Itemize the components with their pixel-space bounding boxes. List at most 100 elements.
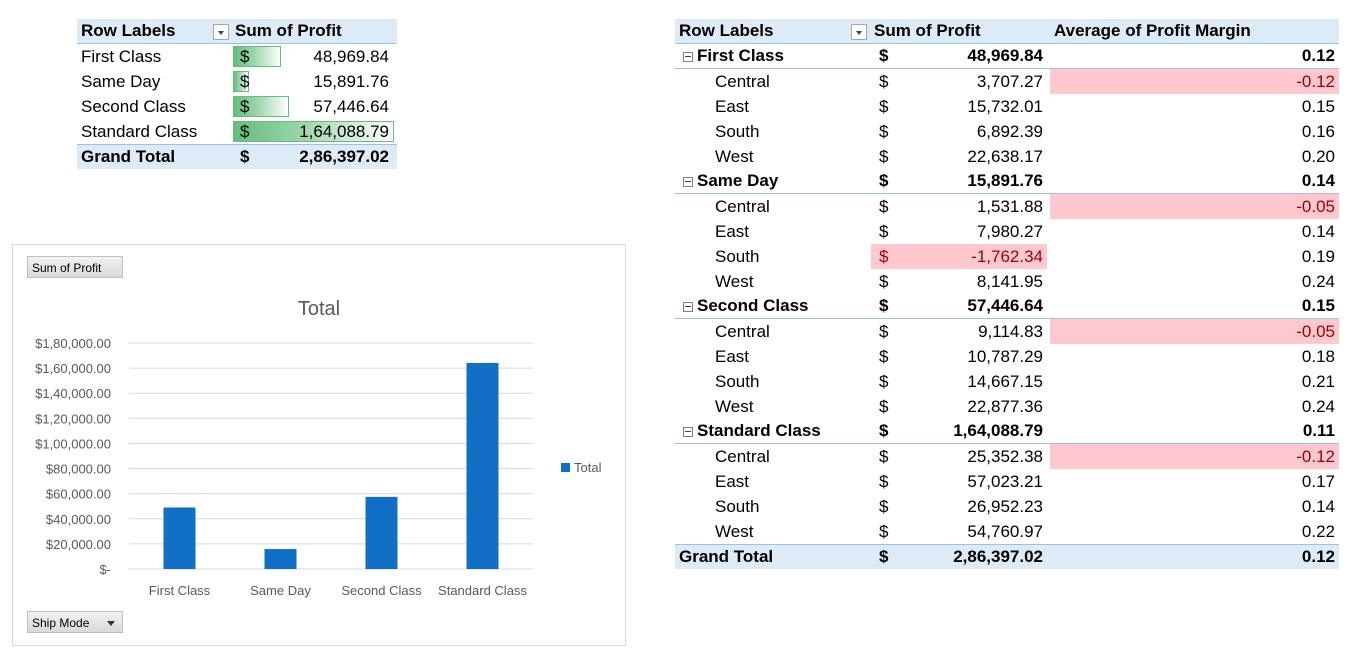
ship-mode-axis-button[interactable]: Ship Mode: [27, 611, 123, 633]
grand-total-currency: $: [240, 147, 250, 166]
region-label: South: [715, 247, 760, 266]
group-profit: 57,446.64: [967, 296, 1043, 315]
region-margin: 0.24: [1301, 272, 1335, 291]
profit-cell: $15,732.01: [871, 94, 1047, 119]
y-tick-label: $1,20,000.00: [35, 411, 111, 426]
collapse-icon[interactable]: [683, 52, 693, 62]
region-row: East $15,732.01 0.15: [675, 94, 1339, 119]
right-pivot-grand-total: Grand Total $ 2,86,397.02 0.12: [675, 544, 1339, 569]
region-margin: 0.18: [1301, 347, 1335, 366]
group-label: Standard Class: [697, 421, 821, 440]
region-profit: 15,732.01: [967, 97, 1043, 116]
left-pivot-row: First Class $48,969.84: [77, 44, 397, 69]
region-margin: 0.24: [1301, 397, 1335, 416]
margin-cell: 0.20: [1050, 144, 1339, 169]
region-label: Central: [715, 322, 770, 341]
grand-total-profit: 2,86,397.02: [953, 547, 1043, 566]
profit-value: 15,891.76: [313, 72, 389, 91]
margin-cell: -0.12: [1050, 444, 1339, 469]
region-margin: -0.05: [1296, 322, 1335, 341]
region-label: Central: [715, 72, 770, 91]
sum-of-profit-header: Sum of Profit: [874, 21, 981, 40]
profit-value: 48,969.84: [313, 47, 389, 66]
margin-cell: 0.14: [1050, 494, 1339, 519]
y-tick-label: $40,000.00: [46, 512, 111, 527]
profit-cell: $ -1,762.34: [871, 244, 1047, 269]
group-row-second-class: Second Class $57,446.64 0.15: [675, 294, 1339, 319]
region-label: East: [715, 472, 750, 491]
region-row: West $22,877.36 0.24: [675, 394, 1339, 419]
region-margin: -0.12: [1296, 447, 1335, 466]
y-tick-label: $1,00,000.00: [35, 436, 111, 451]
region-margin: 0.16: [1301, 122, 1335, 141]
row-label: Same Day: [81, 72, 161, 91]
group-label: First Class: [697, 46, 784, 65]
region-profit: 54,760.97: [967, 522, 1043, 541]
y-tick-label: $1,60,000.00: [35, 361, 111, 376]
region-row: East $10,787.29 0.18: [675, 344, 1339, 369]
group-row-first-class: First Class $48,969.84 0.12: [675, 44, 1339, 69]
region-margin: 0.19: [1301, 247, 1335, 266]
collapse-icon[interactable]: [683, 427, 693, 437]
left-pivot-row: Second Class $57,446.64: [77, 94, 397, 119]
left-pivot-row: Standard Class $1,64,088.79: [77, 119, 397, 144]
row-labels-header: Row Labels: [679, 21, 774, 40]
group-margin: 0.14: [1301, 171, 1335, 190]
region-row: Central $1,531.88 -0.05: [675, 194, 1339, 219]
group-profit: 48,969.84: [967, 46, 1043, 65]
region-profit: 7,980.27: [976, 222, 1043, 241]
row-labels-filter-dropdown-icon[interactable]: [851, 24, 867, 40]
y-tick-label: $1,40,000.00: [35, 386, 111, 401]
group-margin: 0.15: [1301, 296, 1335, 315]
region-label: Central: [715, 447, 770, 466]
region-margin: 0.14: [1301, 222, 1335, 241]
profit-cell: $8,141.95: [871, 269, 1047, 294]
x-tick-label: Second Class: [341, 583, 422, 598]
margin-cell: 0.21: [1050, 369, 1339, 394]
group-margin: 0.12: [1301, 46, 1335, 65]
sum-of-profit-header: Sum of Profit: [235, 21, 342, 40]
region-profit: 1,531.88: [976, 197, 1043, 216]
currency-symbol: $: [240, 72, 250, 91]
region-row: Central $9,114.83 -0.05: [675, 319, 1339, 344]
profit-value: 1,64,088.79: [299, 122, 389, 141]
y-tick-label: $-: [99, 562, 111, 577]
region-row: South $ -1,762.34 0.19: [675, 244, 1339, 269]
region-label: West: [715, 397, 754, 416]
margin-cell: 0.18: [1050, 344, 1339, 369]
margin-cell: -0.12: [1050, 69, 1339, 94]
avg-profit-margin-header: Average of Profit Margin: [1054, 21, 1251, 40]
row-labels-header: Row Labels: [81, 21, 176, 40]
region-margin: 0.20: [1301, 147, 1335, 166]
region-profit: 22,877.36: [967, 397, 1043, 416]
left-pivot-grand-total: Grand Total $ 2,86,397.02: [77, 144, 397, 169]
region-profit: 26,952.23: [967, 497, 1043, 516]
region-profit: 22,638.17: [967, 147, 1043, 166]
profit-cell: $7,980.27: [871, 219, 1047, 244]
row-labels-filter-dropdown-icon[interactable]: [213, 24, 229, 40]
margin-cell: 0.14: [1050, 219, 1339, 244]
left-pivot-header: Row Labels Sum of Profit: [77, 19, 397, 44]
region-profit: 10,787.29: [967, 347, 1043, 366]
profit-cell: $54,760.97: [871, 519, 1047, 544]
group-label: Same Day: [697, 171, 779, 190]
region-margin: 0.21: [1301, 372, 1335, 391]
currency-symbol: $: [240, 122, 250, 141]
region-profit: 25,352.38: [967, 447, 1043, 466]
bar-first-class: [163, 507, 196, 569]
row-label: Second Class: [81, 97, 186, 116]
region-label: South: [715, 122, 760, 141]
profit-cell: $14,667.15: [871, 369, 1047, 394]
legend-label: Total: [574, 460, 602, 475]
chevron-down-icon: [107, 621, 115, 626]
bar-same-day: [264, 549, 297, 569]
region-profit: 3,707.27: [976, 72, 1043, 91]
region-margin: 0.17: [1301, 472, 1335, 491]
collapse-icon[interactable]: [683, 177, 693, 187]
margin-cell: 0.22: [1050, 519, 1339, 544]
grand-total-label: Grand Total: [81, 147, 176, 166]
region-row: West $22,638.17 0.20: [675, 144, 1339, 169]
collapse-icon[interactable]: [683, 302, 693, 312]
region-label: East: [715, 97, 750, 116]
pivot-chart[interactable]: Sum of Profit Total $- $20,000.00 $40,000.0…: [12, 244, 626, 646]
